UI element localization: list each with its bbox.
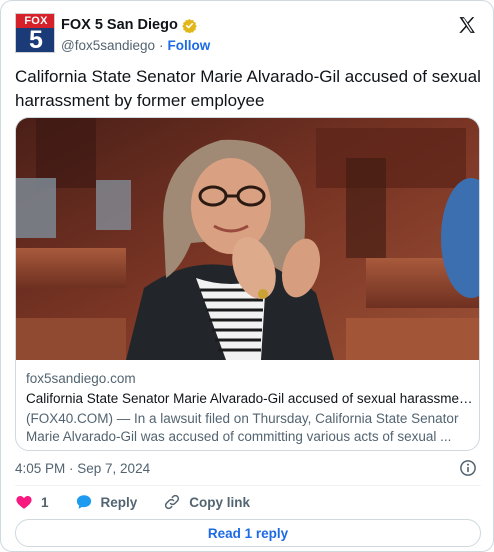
action-bar: 1 Reply Copy link [15,491,276,513]
name-line: FOX 5 San Diego [61,16,197,34]
tweet-embed-card: FOX 5 FOX 5 San Diego @fox5sandiego · Fo… [0,0,494,552]
link-title[interactable]: California State Senator Marie Alvarado-… [26,390,474,408]
tweet-header: FOX 5 FOX 5 San Diego @fox5sandiego · Fo… [15,13,481,57]
heart-icon [15,493,33,511]
link-preview-card[interactable]: fox5sandiego.com California State Senato… [15,117,480,451]
verified-badge-icon [182,18,197,33]
reply-button[interactable]: Reply [75,493,138,511]
like-button[interactable]: 1 [15,493,49,511]
reply-bubble-icon [75,493,93,511]
separator-dot: · [159,38,164,53]
follow-button[interactable]: Follow [168,38,211,53]
copy-link-label: Copy link [189,494,251,510]
tweet-timestamp[interactable]: 4:05 PM · Sep 7, 2024 [15,461,150,476]
link-domain: fox5sandiego.com [26,371,136,386]
link-icon [163,493,181,511]
avatar[interactable]: FOX 5 [15,13,55,53]
link-description: (FOX40.COM) — In a lawsuit filed on Thur… [26,411,459,444]
x-logo-icon[interactable] [457,15,477,35]
tweet-text: California State Senator Marie Alvarado-… [15,67,481,110]
copy-link-button[interactable]: Copy link [163,493,250,511]
article-photo [16,118,479,360]
reply-label: Reply [100,494,138,510]
link-meta: fox5sandiego.com California State Senato… [26,370,474,446]
avatar-number: 5 [29,26,43,53]
like-count: 1 [41,494,49,510]
author-handle[interactable]: @fox5sandiego [61,38,155,53]
divider [15,485,481,486]
info-icon[interactable] [459,459,477,477]
handle-line: @fox5sandiego · Follow [61,37,210,54]
read-replies-button[interactable]: Read 1 reply [15,519,481,547]
author-display-name[interactable]: FOX 5 San Diego [61,17,178,33]
